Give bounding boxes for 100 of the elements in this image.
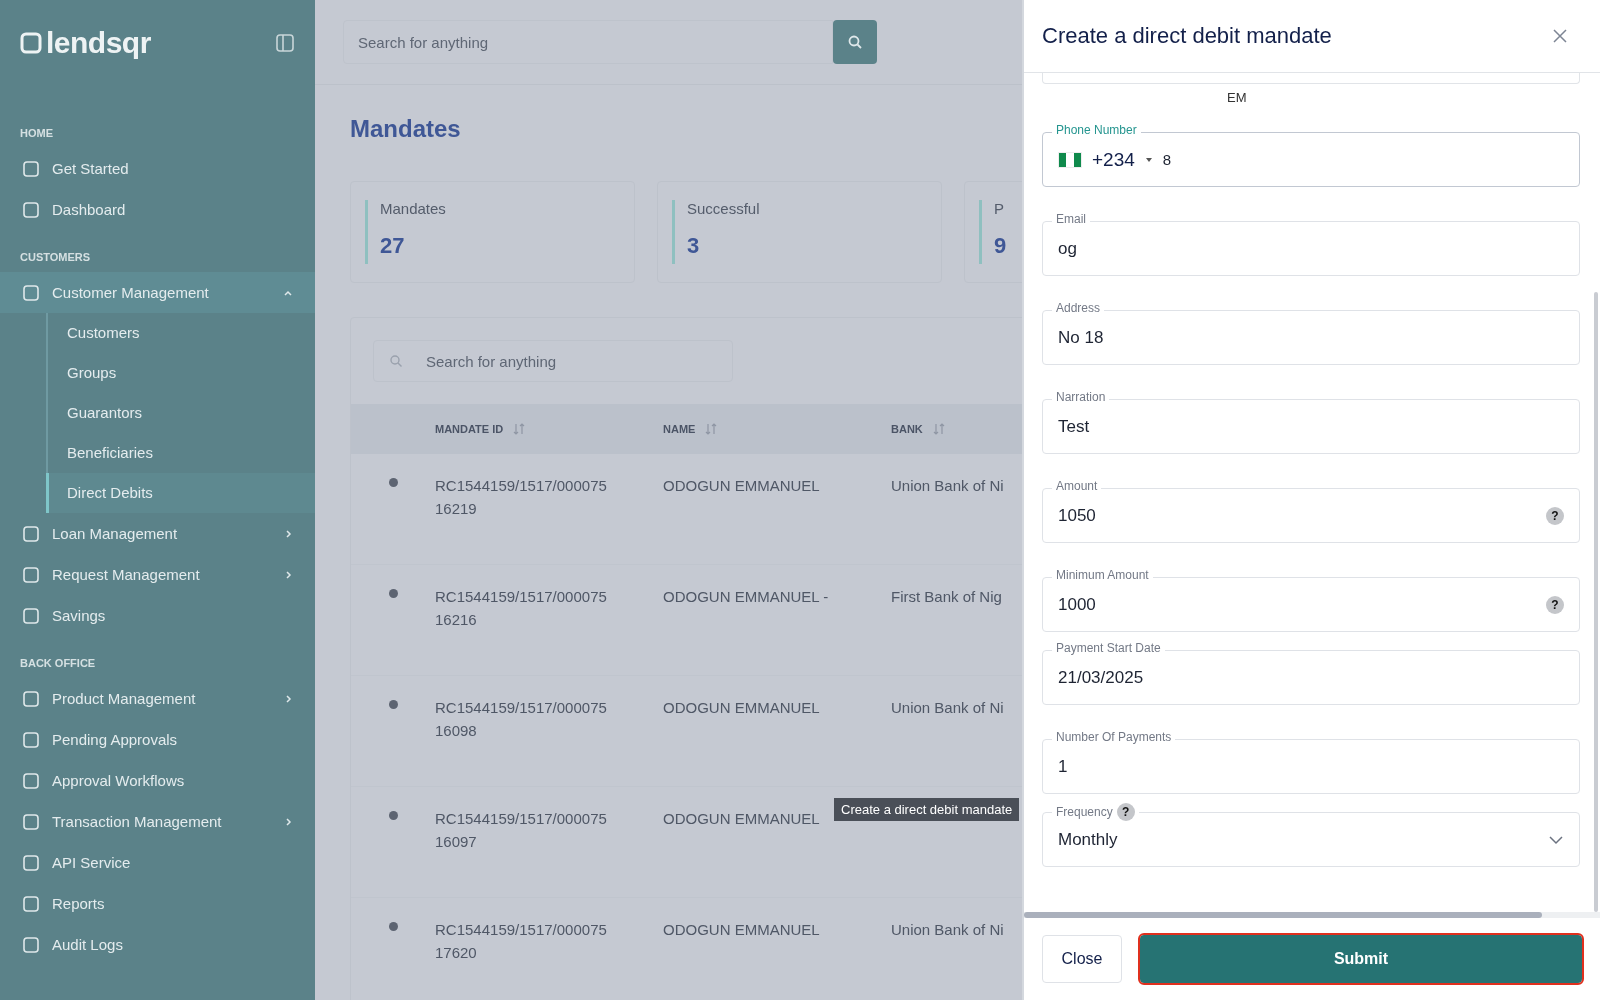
- logo-icon: [20, 32, 42, 54]
- sidebar-subitem[interactable]: Beneficiaries: [46, 433, 315, 473]
- search-button[interactable]: [833, 20, 877, 64]
- input-field[interactable]: Minimum Amount 1000 ?: [1042, 568, 1580, 632]
- sort-icon[interactable]: [932, 423, 945, 435]
- sidebar-item[interactable]: API Service: [0, 842, 315, 883]
- square-icon: [22, 894, 40, 913]
- chevron-right-icon: [283, 693, 293, 704]
- square-icon: [22, 771, 40, 790]
- chevron-right-icon: [283, 528, 293, 539]
- search-icon: [847, 34, 863, 50]
- field-label: Phone Number: [1056, 123, 1137, 137]
- field-label: Payment Start Date: [1056, 641, 1161, 655]
- field-value: 1: [1058, 756, 1069, 777]
- column-header[interactable]: MANDATE ID: [435, 423, 504, 435]
- help-icon[interactable]: ?: [1546, 595, 1564, 614]
- flag-icon: [1058, 151, 1082, 168]
- table-cell: First Bank of Nig: [891, 588, 1002, 605]
- sidebar-item[interactable]: Pending Approvals: [0, 719, 315, 760]
- sidebar-subitem[interactable]: Groups: [46, 353, 315, 393]
- stat-value: 9: [994, 233, 1007, 259]
- square-icon: [22, 200, 40, 219]
- table-cell: RC1544159/1517/000075 16219: [435, 477, 607, 517]
- field-value: 1050: [1058, 505, 1097, 526]
- input-field[interactable]: Address No 18: [1042, 301, 1580, 365]
- field-label: Address: [1056, 301, 1101, 315]
- sidebar-item[interactable]: Customer Management: [0, 272, 315, 313]
- table-cell: RC1544159/1517/000075 16216: [435, 588, 607, 628]
- sidebar-toggle-icon[interactable]: [275, 33, 295, 53]
- field-value: Test: [1058, 416, 1091, 437]
- submit-button[interactable]: Submit: [1140, 935, 1582, 983]
- sidebar-item[interactable]: Loan Management: [0, 513, 315, 554]
- column-header[interactable]: BANK: [891, 423, 923, 435]
- input-field[interactable]: Payment Start Date 21/03/2025: [1042, 641, 1580, 705]
- table-cell: RC1544159/1517/000075 16098: [435, 699, 607, 739]
- input-field[interactable]: [1042, 73, 1580, 84]
- table-cell: Union Bank of Ni: [891, 477, 1004, 494]
- table-cell: RC1544159/1517/000075 17620: [435, 921, 607, 961]
- sidebar-item[interactable]: Request Management: [0, 554, 315, 595]
- table-cell: ODOGUN EMMANUEL: [663, 699, 820, 716]
- sidebar-item[interactable]: Dashboard: [0, 189, 315, 230]
- field-label: Amount: [1056, 479, 1098, 493]
- field-value: 8: [1162, 151, 1172, 168]
- table-cell: ODOGUN EMMANUEL: [663, 477, 820, 494]
- help-icon[interactable]: ?: [1546, 506, 1564, 525]
- search-field[interactable]: Search for anything: [343, 20, 833, 64]
- logo-text: lendsqr: [46, 26, 151, 60]
- input-field[interactable]: Phone Number +234 8: [1042, 123, 1580, 187]
- table-cell: Union Bank of Ni: [891, 921, 1004, 938]
- input-field[interactable]: Frequency ? Monthly: [1042, 803, 1580, 867]
- field-value: No 18: [1058, 327, 1105, 348]
- sidebar-item[interactable]: Approval Workflows: [0, 760, 315, 801]
- scrollbar-thumb[interactable]: [1024, 912, 1542, 918]
- stat-label: P: [994, 200, 1005, 217]
- helper-text: EM: [1227, 90, 1247, 105]
- country-code[interactable]: +234: [1092, 148, 1135, 171]
- square-icon: [22, 524, 40, 543]
- sidebar-item[interactable]: Reports: [0, 883, 315, 924]
- help-icon[interactable]: ?: [1116, 803, 1135, 821]
- chevron-right-icon: [283, 569, 293, 580]
- field-value: og: [1058, 238, 1078, 259]
- input-field[interactable]: Narration Test: [1042, 390, 1580, 454]
- scrollbar-thumb[interactable]: [1594, 292, 1598, 912]
- search-field[interactable]: Search for anything: [373, 340, 733, 382]
- close-button[interactable]: Close: [1042, 935, 1122, 983]
- sidebar-subitem[interactable]: Customers: [46, 313, 315, 353]
- column-header[interactable]: NAME: [663, 423, 696, 435]
- section-heading: BACK OFFICE: [19, 656, 97, 671]
- table-cell: ODOGUN EMMANUEL -: [663, 588, 829, 605]
- square-icon: [22, 689, 40, 708]
- tooltip: Create a direct debit mandate: [834, 798, 1020, 821]
- sidebar-subitem[interactable]: Direct Debits: [46, 473, 315, 513]
- sidebar-item[interactable]: Audit Logs: [0, 924, 315, 965]
- caret-icon: [1144, 155, 1153, 164]
- table-cell: ODOGUN EMMANUEL: [663, 810, 820, 827]
- stat-value: 3: [687, 233, 701, 259]
- search-icon: [389, 354, 403, 368]
- sort-icon[interactable]: [513, 423, 526, 435]
- table-cell: Union Bank of Ni: [891, 699, 1004, 716]
- chevron-down-icon: [1548, 834, 1564, 845]
- sidebar-item[interactable]: Transaction Management: [0, 801, 315, 842]
- field-label: Narration: [1056, 390, 1106, 404]
- stat-label: Successful: [687, 200, 760, 217]
- input-field[interactable]: Amount 1050 ?: [1042, 479, 1580, 543]
- input-field[interactable]: Email og: [1042, 212, 1580, 276]
- close-icon: [1552, 28, 1568, 44]
- table-cell: ODOGUN EMMANUEL: [663, 921, 820, 938]
- section-heading: CUSTOMERS: [19, 250, 92, 265]
- sidebar-item[interactable]: Savings: [0, 595, 315, 636]
- square-icon: [22, 812, 40, 831]
- square-icon: [22, 159, 40, 178]
- sidebar-item[interactable]: Product Management: [0, 678, 315, 719]
- sidebar-item[interactable]: Get Started: [0, 148, 315, 189]
- sidebar-subitem[interactable]: Guarantors: [46, 393, 315, 433]
- sort-icon[interactable]: [705, 423, 718, 435]
- section-heading: HOME: [19, 126, 54, 141]
- status-dot: [388, 922, 398, 931]
- square-icon: [22, 935, 40, 954]
- input-field[interactable]: Number Of Payments 1: [1042, 730, 1580, 794]
- field-label: Frequency: [1056, 805, 1113, 819]
